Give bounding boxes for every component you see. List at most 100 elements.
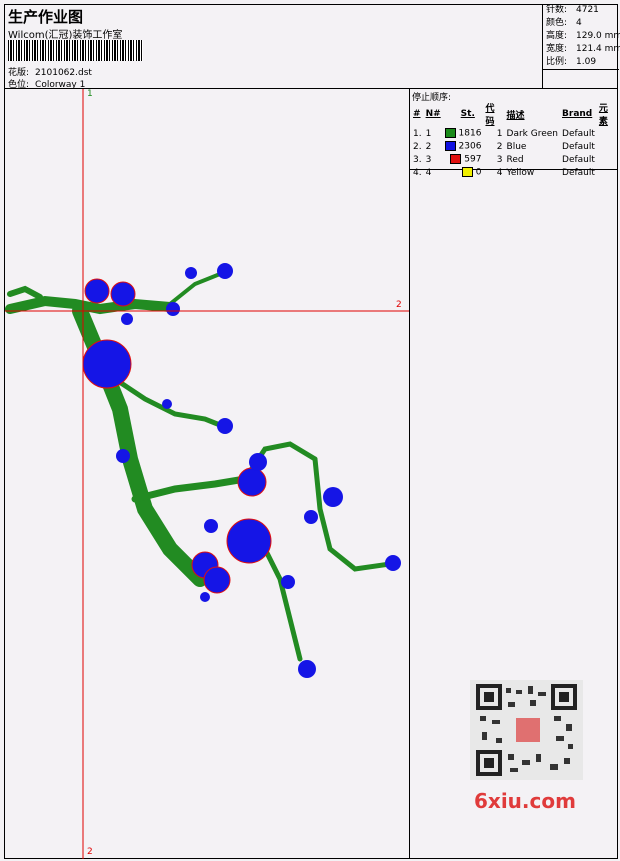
column-header: #	[413, 109, 421, 119]
flower	[237, 467, 267, 497]
barcode	[8, 40, 143, 61]
color-swatch	[444, 141, 456, 152]
qr-code-graphic	[476, 684, 577, 776]
column-header: N#	[425, 109, 441, 119]
row-description: Blue	[506, 141, 527, 152]
watermark-text: 6xiu.com	[474, 789, 576, 813]
row-brand: Default	[562, 128, 595, 139]
specs-divider	[543, 69, 619, 70]
bud	[204, 519, 218, 533]
row-needle: 4	[425, 167, 432, 178]
row-code: 2	[496, 141, 503, 152]
spec-key: 宽度:	[546, 44, 568, 54]
row-description: Dark Green	[506, 128, 559, 139]
flower	[226, 518, 272, 564]
color-swatch	[450, 154, 462, 165]
row-index: 4.	[413, 167, 422, 178]
row-description: Red	[506, 154, 524, 165]
row-index: 2.	[413, 141, 422, 152]
spec-value: 1.09	[576, 57, 597, 67]
spec-row: 比例: 1.09	[543, 56, 618, 69]
row-brand: Default	[562, 141, 595, 152]
branch-middle	[131, 475, 249, 503]
row-stitches: 2306	[458, 141, 482, 152]
flower	[110, 281, 136, 307]
column-header: St.	[460, 109, 475, 119]
color-swatch	[461, 167, 473, 178]
column-header: 代码	[485, 104, 495, 127]
row-needle: 2	[425, 141, 432, 152]
column-header: 描述	[506, 110, 525, 121]
row-stitches: 0	[475, 167, 482, 178]
stop-sequence-table: # N# St. 代码 描述 Brand 元素 1. 1 1816 1 Dark…	[411, 101, 618, 179]
axis-label-right: 2	[396, 300, 402, 310]
header: 生产作业图 Wilcom(汇冠)装饰工作室 花版: 2101062.dst 色位:…	[4, 4, 620, 90]
table-row: 4. 4 0 4 Yellow Default	[411, 166, 618, 179]
row-code: 1	[496, 128, 503, 139]
bud	[304, 510, 318, 524]
row-stitches: 597	[464, 154, 482, 165]
design-canvas: 1 2 2	[5, 89, 409, 859]
axis-label-bottom: 2	[87, 847, 93, 857]
row-index: 1.	[413, 128, 422, 139]
qr-code	[470, 680, 583, 780]
bud	[217, 418, 233, 434]
main-branch-top	[5, 295, 175, 315]
bud	[217, 263, 233, 279]
bud	[281, 575, 295, 589]
specs-box: 针数: 4721 颜色: 4 高度: 129.0 mm 宽度: 121.4 mm 比例:…	[542, 4, 620, 88]
blue-buds	[116, 263, 401, 678]
page-title: 生产作业图	[8, 8, 84, 26]
bud	[298, 660, 316, 678]
table-row: 3. 3 597 3 Red Default	[411, 153, 618, 166]
flower	[84, 278, 110, 304]
spec-value: 129.0 mm	[576, 31, 620, 41]
company-name: Wilcom(汇冠)装饰工作室	[8, 30, 123, 41]
spec-key: 颜色:	[546, 18, 568, 28]
bud	[185, 267, 197, 279]
row-needle: 3	[425, 154, 432, 165]
table-row: 2. 2 2306 2 Blue Default	[411, 140, 618, 153]
branch-tip	[7, 285, 43, 300]
bud	[249, 453, 267, 471]
flower	[203, 566, 231, 594]
row-code: 3	[496, 154, 503, 165]
flower	[82, 339, 132, 389]
branch-lower	[257, 536, 303, 662]
column-header: Brand	[562, 109, 593, 119]
axis-label-top: 1	[87, 89, 93, 99]
bud	[166, 302, 180, 316]
row-brand: Default	[562, 154, 595, 165]
row-needle: 1	[425, 128, 432, 139]
row-brand: Default	[562, 167, 595, 178]
embroidery-preview	[5, 89, 409, 859]
spec-row: 颜色: 4	[543, 17, 618, 30]
branch-far-right	[312, 456, 393, 572]
bud	[200, 592, 210, 602]
bud	[385, 555, 401, 571]
bud	[121, 313, 133, 325]
color-swatch	[444, 128, 456, 139]
spec-value: 121.4 mm	[576, 44, 620, 54]
spec-key: 比例:	[546, 57, 568, 67]
spec-value: 4	[576, 18, 582, 28]
row-code: 4	[496, 167, 503, 178]
bud	[323, 487, 343, 507]
bud	[116, 449, 130, 463]
spec-key: 高度:	[546, 31, 568, 41]
row-stitches: 1816	[458, 128, 482, 139]
column-header: 元素	[598, 104, 608, 127]
green-branches	[5, 272, 393, 662]
spec-row: 宽度: 121.4 mm	[543, 43, 620, 56]
branch-top-right	[168, 272, 222, 306]
table-header-row: # N# St. 代码 描述 Brand 元素	[411, 101, 618, 127]
table-row: 1. 1 1816 1 Dark Green Default	[411, 127, 618, 140]
stop-sequence: 停止顺序: # N# St. 代码 描述 Brand 元素 1. 1 1816	[410, 89, 618, 178]
spec-row: 高度: 129.0 mm	[543, 30, 620, 43]
row-index: 3.	[413, 154, 422, 165]
spec-key: 针数:	[546, 5, 568, 15]
row-description: Yellow	[506, 167, 535, 178]
spec-row: 针数: 4721	[543, 4, 618, 17]
bud	[162, 399, 172, 409]
spec-value: 4721	[576, 5, 599, 15]
